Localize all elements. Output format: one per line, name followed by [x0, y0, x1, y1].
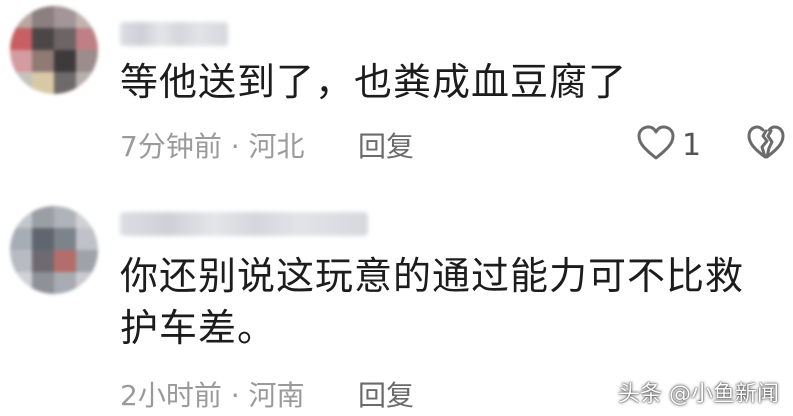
comment-time-location: 2小时前 · 河南: [120, 379, 305, 412]
like-button[interactable]: 1: [636, 124, 701, 166]
reply-button[interactable]: 回复: [358, 125, 414, 165]
heart-icon: [636, 124, 676, 166]
username-blurred[interactable]: [120, 212, 368, 236]
like-count: 1: [682, 127, 702, 163]
broken-heart-icon[interactable]: [746, 124, 786, 166]
reply-button[interactable]: 回复: [358, 374, 414, 414]
comment-item: 等他送到了，也粪成血豆腐了 7分钟前 · 河北 回复 1: [0, 0, 793, 190]
comment-time-location: 7分钟前 · 河北: [120, 130, 305, 163]
watermark: 头条 @小鱼新闻: [618, 382, 779, 407]
comment-text: 你还别说这玩意的通过能力可不比救护车差。: [120, 254, 745, 350]
avatar[interactable]: [10, 6, 98, 94]
avatar[interactable]: [10, 206, 98, 294]
username-blurred[interactable]: [120, 22, 228, 46]
comment-text: 等他送到了，也粪成血豆腐了: [120, 60, 628, 104]
